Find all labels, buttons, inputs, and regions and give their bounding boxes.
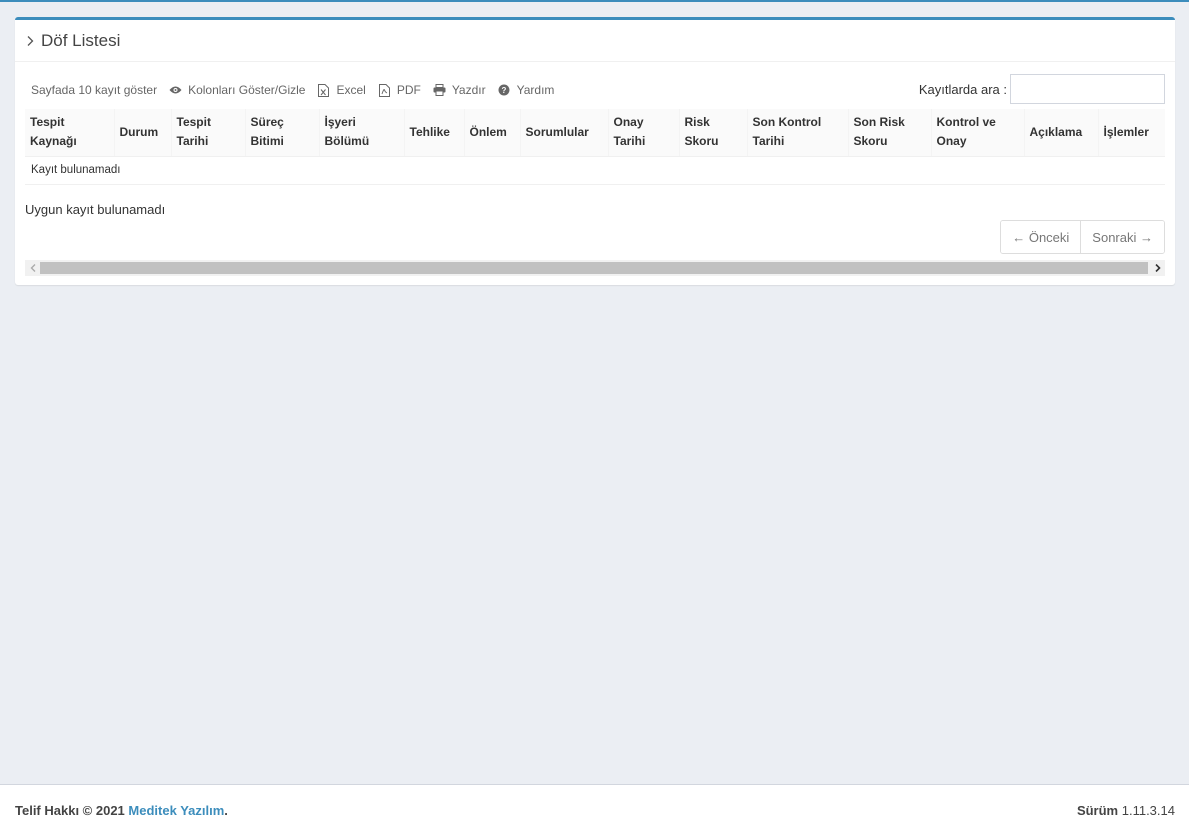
column-header-label: Risk bbox=[684, 115, 710, 130]
column-header[interactable]: Onay Tarihi bbox=[608, 109, 680, 157]
file-pdf-icon bbox=[378, 83, 391, 97]
copyright-text: Telif Hakkı © 2021 bbox=[15, 803, 125, 818]
top-accent-bar bbox=[0, 0, 1189, 2]
pagination: ← Önceki Sonraki → bbox=[1000, 220, 1165, 254]
dof-table: Tespit Kaynağı Durum Tespit Tarihi Süreç Bitim… bbox=[25, 109, 1165, 185]
column-header-label: İşyeri bbox=[324, 115, 356, 130]
column-header[interactable]: Son Kontrol Tarihi bbox=[747, 109, 849, 157]
table-toolbar: Sayfada 10 kayıt göster Kolonları Göster… bbox=[25, 74, 1165, 106]
prev-page-button[interactable]: ← Önceki bbox=[1001, 221, 1081, 253]
column-header-label: Tespit bbox=[30, 115, 65, 130]
column-header[interactable]: Sorumlular bbox=[520, 109, 609, 157]
column-header-label: Tarihi bbox=[613, 134, 646, 149]
column-header[interactable]: Açıklama bbox=[1024, 109, 1099, 157]
column-header-label: Açıklama bbox=[1029, 124, 1083, 139]
question-circle-icon: ? bbox=[498, 84, 511, 97]
page-size-selector[interactable]: Sayfada 10 kayıt göster bbox=[31, 83, 157, 97]
export-excel-label: Excel bbox=[336, 83, 366, 97]
column-header-label: Kontrol ve bbox=[936, 115, 996, 130]
search-label: Kayıtlarda ara : bbox=[918, 81, 1007, 97]
eye-icon bbox=[169, 84, 182, 97]
column-header-label: Bölümü bbox=[324, 134, 370, 149]
version-info: Sürüm 1.11.3.14 bbox=[1077, 803, 1175, 818]
print-button[interactable]: Yazdır bbox=[433, 83, 486, 97]
column-header-label: Tarihi bbox=[176, 134, 209, 149]
version-label: Sürüm bbox=[1076, 803, 1119, 818]
column-header-label: Son Risk bbox=[853, 115, 905, 130]
scrollbar-thumb[interactable] bbox=[40, 262, 1148, 274]
column-header-label: Skoru bbox=[684, 134, 719, 149]
table-info: Uygun kayıt bulunamadı bbox=[25, 202, 166, 217]
column-header[interactable]: Tespit Tarihi bbox=[171, 109, 246, 157]
help-button[interactable]: ? Yardım bbox=[498, 83, 555, 97]
table-row-empty: Kayıt bulunamadı bbox=[25, 156, 1165, 185]
copyright-suffix: . bbox=[224, 803, 228, 818]
column-header[interactable]: Tehlike bbox=[404, 109, 465, 157]
footer: Telif Hakkı © 2021 Meditek Yazılım. Sürü… bbox=[0, 784, 1189, 832]
column-header-label: Sorumlular bbox=[525, 124, 589, 139]
column-header-label: Son Kontrol bbox=[752, 115, 822, 130]
column-header-label: Onay bbox=[613, 115, 644, 130]
column-header[interactable]: Süreç Bitimi bbox=[245, 109, 320, 157]
column-header-label: Bitimi bbox=[250, 134, 284, 149]
dof-list-panel: Döf Listesi Sayfada 10 kayıt göster Kolo… bbox=[15, 17, 1175, 285]
column-header-label: Tarihi bbox=[752, 134, 785, 149]
column-header-label: Süreç bbox=[250, 115, 284, 130]
scroll-left-icon[interactable] bbox=[25, 260, 40, 276]
column-header-label: İşlemler bbox=[1103, 124, 1149, 139]
search-input[interactable] bbox=[1010, 74, 1165, 104]
column-header-label: Önlem bbox=[469, 124, 507, 139]
column-header-label: Skoru bbox=[853, 134, 888, 149]
copyright: Telif Hakkı © 2021 Meditek Yazılım. bbox=[15, 803, 228, 818]
empty-message: Kayıt bulunamadı bbox=[25, 156, 1165, 185]
column-header-label: Tespit bbox=[176, 115, 211, 130]
help-label: Yardım bbox=[516, 83, 555, 97]
column-visibility-label: Kolonları Göster/Gizle bbox=[188, 83, 306, 97]
column-header[interactable]: İşlemler bbox=[1098, 109, 1165, 157]
column-visibility-button[interactable]: Kolonları Göster/Gizle bbox=[169, 83, 305, 97]
column-header[interactable]: Önlem bbox=[464, 109, 521, 157]
export-excel-button[interactable]: Excel bbox=[317, 83, 366, 97]
version-number: 1.11.3.14 bbox=[1121, 803, 1175, 818]
horizontal-scrollbar[interactable] bbox=[25, 260, 1165, 276]
print-icon bbox=[433, 84, 446, 97]
column-header[interactable]: Durum bbox=[114, 109, 172, 157]
column-header[interactable]: Kontrol ve Onay bbox=[931, 109, 1025, 157]
column-header-label: Tehlike bbox=[409, 124, 450, 139]
print-label: Yazdır bbox=[451, 83, 486, 97]
file-excel-icon bbox=[317, 83, 330, 97]
export-pdf-label: PDF bbox=[396, 83, 421, 97]
column-header-label: Onay bbox=[936, 134, 967, 149]
export-pdf-button[interactable]: PDF bbox=[378, 83, 421, 97]
column-header[interactable]: İşyeri Bölümü bbox=[319, 109, 405, 157]
scroll-right-icon[interactable] bbox=[1150, 260, 1165, 276]
column-header-label: Durum bbox=[119, 124, 159, 139]
table-search: Kayıtlarda ara : bbox=[919, 74, 1165, 104]
page-title: Döf Listesi bbox=[41, 30, 121, 50]
column-header[interactable]: Son Risk Skoru bbox=[848, 109, 932, 157]
column-header-label: Kaynağı bbox=[30, 134, 77, 149]
column-header[interactable]: Tespit Kaynağı bbox=[25, 109, 115, 157]
next-page-button[interactable]: Sonraki → bbox=[1080, 221, 1164, 253]
column-header[interactable]: Risk Skoru bbox=[679, 109, 748, 157]
table-header-row: Tespit Kaynağı Durum Tespit Tarihi Süreç Bitim… bbox=[25, 109, 1165, 157]
chevron-right-icon[interactable] bbox=[23, 34, 37, 48]
svg-text:?: ? bbox=[502, 86, 507, 95]
panel-header[interactable]: Döf Listesi bbox=[15, 20, 1175, 62]
company-link[interactable]: Meditek Yazılım bbox=[128, 803, 224, 818]
